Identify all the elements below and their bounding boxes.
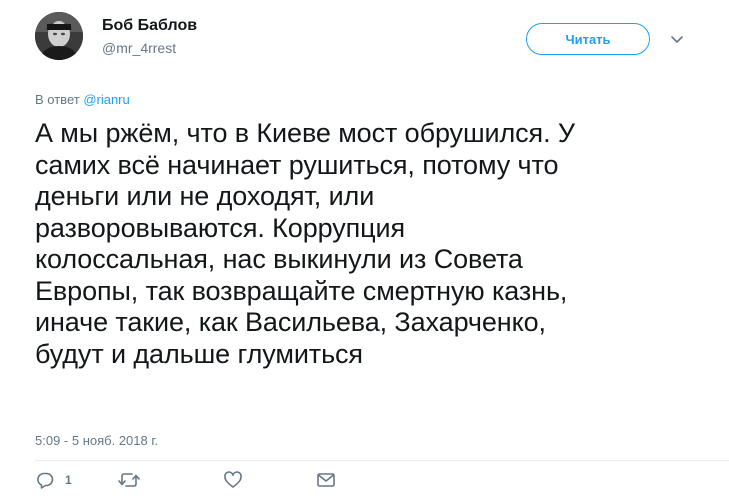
reply-prefix: В ответ: [35, 92, 84, 107]
tweet-text-line: колоссальная, нас выкинули из Совета: [35, 244, 523, 274]
reply-count: 1: [65, 473, 72, 487]
chevron-down-icon: [671, 36, 683, 43]
reply-button[interactable]: 1: [35, 470, 72, 490]
tweet-text: А мы ржём, что в Киеве мост обрушился. У…: [35, 118, 695, 370]
tweet-text-line: разворовываются. Коррупция: [35, 212, 406, 243]
display-name[interactable]: Боб Баблов: [102, 17, 197, 35]
tweet-text-line: будут и дальше глумиться: [35, 338, 363, 369]
direct-message-button[interactable]: [316, 470, 336, 490]
tweet-text-line: деньги или не доходят, или: [35, 181, 375, 211]
tweet-text-line: А мы ржём, что в Киеве мост обрушился. У: [35, 118, 575, 148]
heart-icon: [224, 471, 242, 488]
envelope-icon: [317, 473, 335, 487]
retweet-button[interactable]: [118, 470, 140, 490]
tweet-text-line: самих всё начинает рушиться, потому что: [35, 149, 559, 180]
avatar-photo: [35, 12, 83, 60]
retweet-arrows-icon: [118, 473, 140, 487]
more-options-caret[interactable]: [669, 31, 685, 47]
reply-mention-link[interactable]: @rianru: [83, 92, 129, 107]
like-button[interactable]: [223, 470, 243, 490]
avatar[interactable]: [35, 12, 83, 60]
user-handle[interactable]: @mr_4rrest: [102, 40, 176, 56]
speech-bubble-icon: [37, 472, 54, 489]
reply-context: В ответ @rianru: [35, 92, 130, 107]
divider: [35, 460, 729, 461]
tweet-timestamp[interactable]: 5:09 - 5 нояб. 2018 г.: [35, 433, 158, 448]
tweet-text-line: иначе такие, как Васильева, Захарченко,: [35, 307, 546, 337]
tweet-text-line: Европы, так возвращайте смертную казнь,: [35, 275, 568, 306]
follow-button[interactable]: Читать: [526, 23, 650, 55]
